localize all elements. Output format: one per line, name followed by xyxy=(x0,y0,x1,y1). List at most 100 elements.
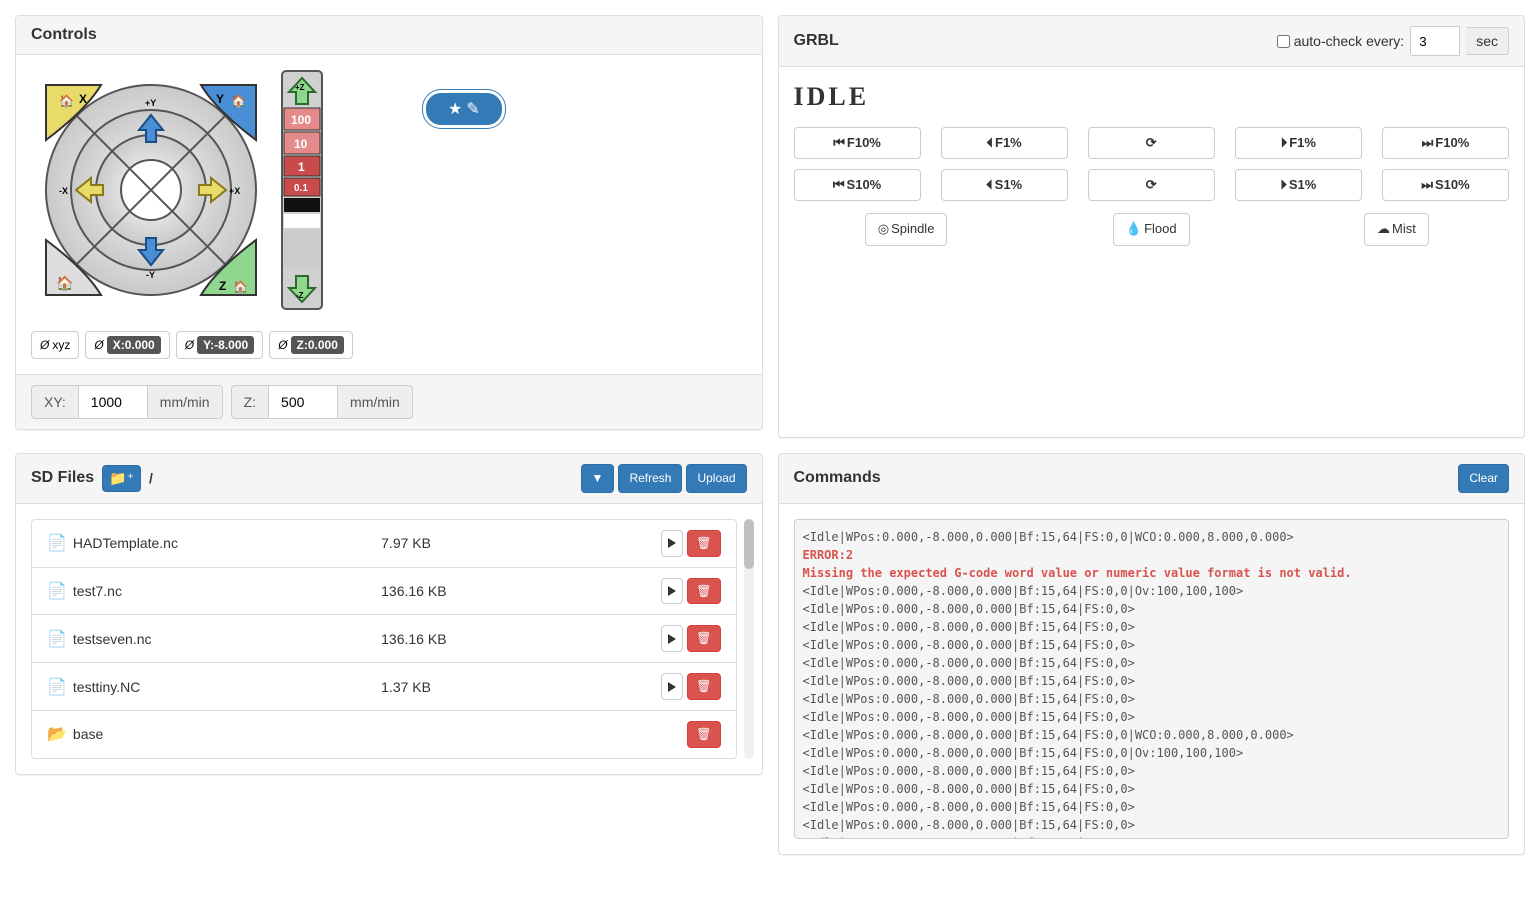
grbl-status: Idle xyxy=(794,82,1510,112)
jog-z-column: 100 10 1 0.1 +Z -Z xyxy=(281,70,323,313)
sd-list-item[interactable]: 📄 HADTemplate.nc 7.97 KB 🗑 xyxy=(32,520,736,568)
sd-delete-button[interactable]: 🗑 xyxy=(687,673,720,700)
folder-plus-icon: 📁⁺ xyxy=(109,469,134,489)
file-icon: 📄 xyxy=(47,629,67,649)
zero-xyz-button[interactable]: Øxyz xyxy=(31,331,79,359)
sd-play-button[interactable] xyxy=(661,578,683,605)
commands-clear-button[interactable]: Clear xyxy=(1458,464,1509,493)
step-forward-icon: ⏵ xyxy=(1281,134,1288,152)
star-icon: ★ xyxy=(448,99,462,119)
trash-icon: 🗑 xyxy=(696,630,711,647)
folder-icon: 📂 xyxy=(47,724,67,744)
feed-reset-button[interactable]: ⟳ xyxy=(1088,127,1215,159)
sd-file-name: testseven.nc xyxy=(73,631,152,647)
sd-list-item[interactable]: 📂 base 🗑 xyxy=(32,711,736,758)
auto-check-interval-input[interactable] xyxy=(1410,26,1460,56)
commands-panel: Commands Clear <Idle|WPos:0.000,-8.000,0… xyxy=(778,453,1526,855)
svg-text:X: X xyxy=(79,92,87,106)
z-feed-unit: mm/min xyxy=(338,385,413,419)
trash-icon: 🗑 xyxy=(696,678,711,695)
zero-x-button[interactable]: ØX:0.000 xyxy=(85,331,169,359)
zero-z-button[interactable]: ØZ:0.000 xyxy=(269,331,353,359)
play-icon xyxy=(668,538,676,548)
target-icon: ◎ xyxy=(878,220,889,238)
controls-panel: Controls xyxy=(15,15,763,430)
sd-file-size: 7.97 KB xyxy=(381,535,651,551)
sd-list-item[interactable]: 📄 test7.nc 136.16 KB 🗑 xyxy=(32,568,736,616)
sd-play-button[interactable] xyxy=(661,530,683,557)
step-backward-icon: ⏴ xyxy=(987,134,994,152)
sd-delete-button[interactable]: 🗑 xyxy=(687,625,720,652)
file-icon: 📄 xyxy=(47,533,67,553)
droplet-icon: 💧 xyxy=(1126,220,1142,238)
spindle-minus-10-button[interactable]: ⏮S10% xyxy=(794,169,921,201)
trash-icon: 🗑 xyxy=(696,535,711,552)
fast-forward-icon: ⏭ xyxy=(1421,176,1433,194)
sd-refresh-button[interactable]: Refresh xyxy=(618,464,682,493)
commands-title: Commands xyxy=(794,469,881,487)
sd-delete-button[interactable]: 🗑 xyxy=(687,578,720,605)
svg-text:+X: +X xyxy=(229,186,240,196)
svg-text:+Y: +Y xyxy=(145,98,156,108)
mist-toggle-button[interactable]: ☁Mist xyxy=(1364,213,1429,245)
spindle-reset-button[interactable]: ⟳ xyxy=(1088,169,1215,201)
trash-icon: 🗑 xyxy=(696,583,711,600)
xy-feed-input[interactable] xyxy=(78,385,148,419)
svg-text:+Z: +Z xyxy=(295,83,305,92)
sd-file-size: 136.16 KB xyxy=(381,583,651,599)
sd-file-name: HADTemplate.nc xyxy=(73,535,178,551)
feed-plus-1-button[interactable]: ⏵ F1% xyxy=(1235,127,1362,159)
macro-edit-button[interactable]: ★✎ xyxy=(423,90,505,128)
controls-title: Controls xyxy=(31,26,97,44)
zero-y-button[interactable]: ØY:-8.000 xyxy=(176,331,263,359)
sd-play-button[interactable] xyxy=(661,673,683,700)
auto-check-label[interactable]: auto-check every: xyxy=(1277,33,1405,49)
fast-forward-icon: ⏭ xyxy=(1422,134,1434,152)
z-feed-input[interactable] xyxy=(268,385,338,419)
sd-filter-button[interactable]: ▼ xyxy=(581,464,615,493)
file-icon: 📄 xyxy=(47,581,67,601)
filter-icon: ▼ xyxy=(592,470,604,487)
sd-file-name: test7.nc xyxy=(73,583,122,599)
grbl-title: GRBL xyxy=(794,32,839,50)
commands-output[interactable]: <Idle|WPos:0.000,-8.000,0.000|Bf:15,64|F… xyxy=(794,519,1510,839)
spindle-minus-1-button[interactable]: ⏴ S1% xyxy=(941,169,1068,201)
fast-backward-icon: ⏮ xyxy=(833,176,845,194)
xy-feed-unit: mm/min xyxy=(148,385,223,419)
jog-pad[interactable]: 🏠X Y🏠 🏠 Z🏠 +Y -Y -X +X xyxy=(31,70,271,310)
pencil-icon: ✎ xyxy=(466,99,479,119)
feed-minus-10-button[interactable]: ⏮F10% xyxy=(794,127,921,159)
spindle-toggle-button[interactable]: ◎Spindle xyxy=(865,213,948,245)
svg-text:100: 100 xyxy=(291,113,311,127)
sd-file-name: base xyxy=(73,726,103,742)
svg-text:🏠: 🏠 xyxy=(56,275,73,292)
grbl-panel: GRBL auto-check every: sec Idle ⏮F10% ⏴ … xyxy=(778,15,1526,438)
sd-new-folder-button[interactable]: 📁⁺ xyxy=(102,465,141,493)
svg-text:Z: Z xyxy=(219,279,226,293)
svg-text:-X: -X xyxy=(59,186,68,196)
fast-backward-icon: ⏮ xyxy=(833,134,845,152)
play-icon xyxy=(668,634,676,644)
sd-list-item[interactable]: 📄testtiny.NC1.37 KB🗑 xyxy=(32,663,736,711)
spindle-plus-1-button[interactable]: ⏵ S1% xyxy=(1235,169,1362,201)
auto-check-checkbox[interactable] xyxy=(1277,35,1290,48)
sd-panel: SD Files 📁⁺ / ▼ Refresh Upload 📄 HADTempl… xyxy=(15,453,763,775)
sd-file-list: 📄 HADTemplate.nc 7.97 KB 🗑 📄 test7.nc 136.16 K… xyxy=(31,519,737,759)
file-icon: 📄 xyxy=(47,677,67,697)
xy-feed-label: XY: xyxy=(31,385,78,419)
sd-list-item[interactable]: 📄testseven.nc136.16 KB🗑 xyxy=(32,615,736,663)
svg-text:Y: Y xyxy=(216,92,224,106)
sd-title: SD Files xyxy=(31,469,94,487)
sd-delete-button[interactable]: 🗑 xyxy=(687,721,720,748)
flood-toggle-button[interactable]: 💧Flood xyxy=(1113,213,1190,245)
feed-plus-10-button[interactable]: ⏭F10% xyxy=(1382,127,1509,159)
feed-minus-1-button[interactable]: ⏴ F1% xyxy=(941,127,1068,159)
svg-text:🏠: 🏠 xyxy=(231,94,246,108)
spindle-plus-10-button[interactable]: ⏭S10% xyxy=(1382,169,1509,201)
sd-delete-button[interactable]: 🗑 xyxy=(687,530,720,557)
sd-path: / xyxy=(149,470,153,486)
scrollbar[interactable] xyxy=(744,519,754,759)
sd-upload-button[interactable]: Upload xyxy=(686,464,746,493)
trash-icon: 🗑 xyxy=(696,726,711,743)
sd-play-button[interactable] xyxy=(661,625,683,652)
